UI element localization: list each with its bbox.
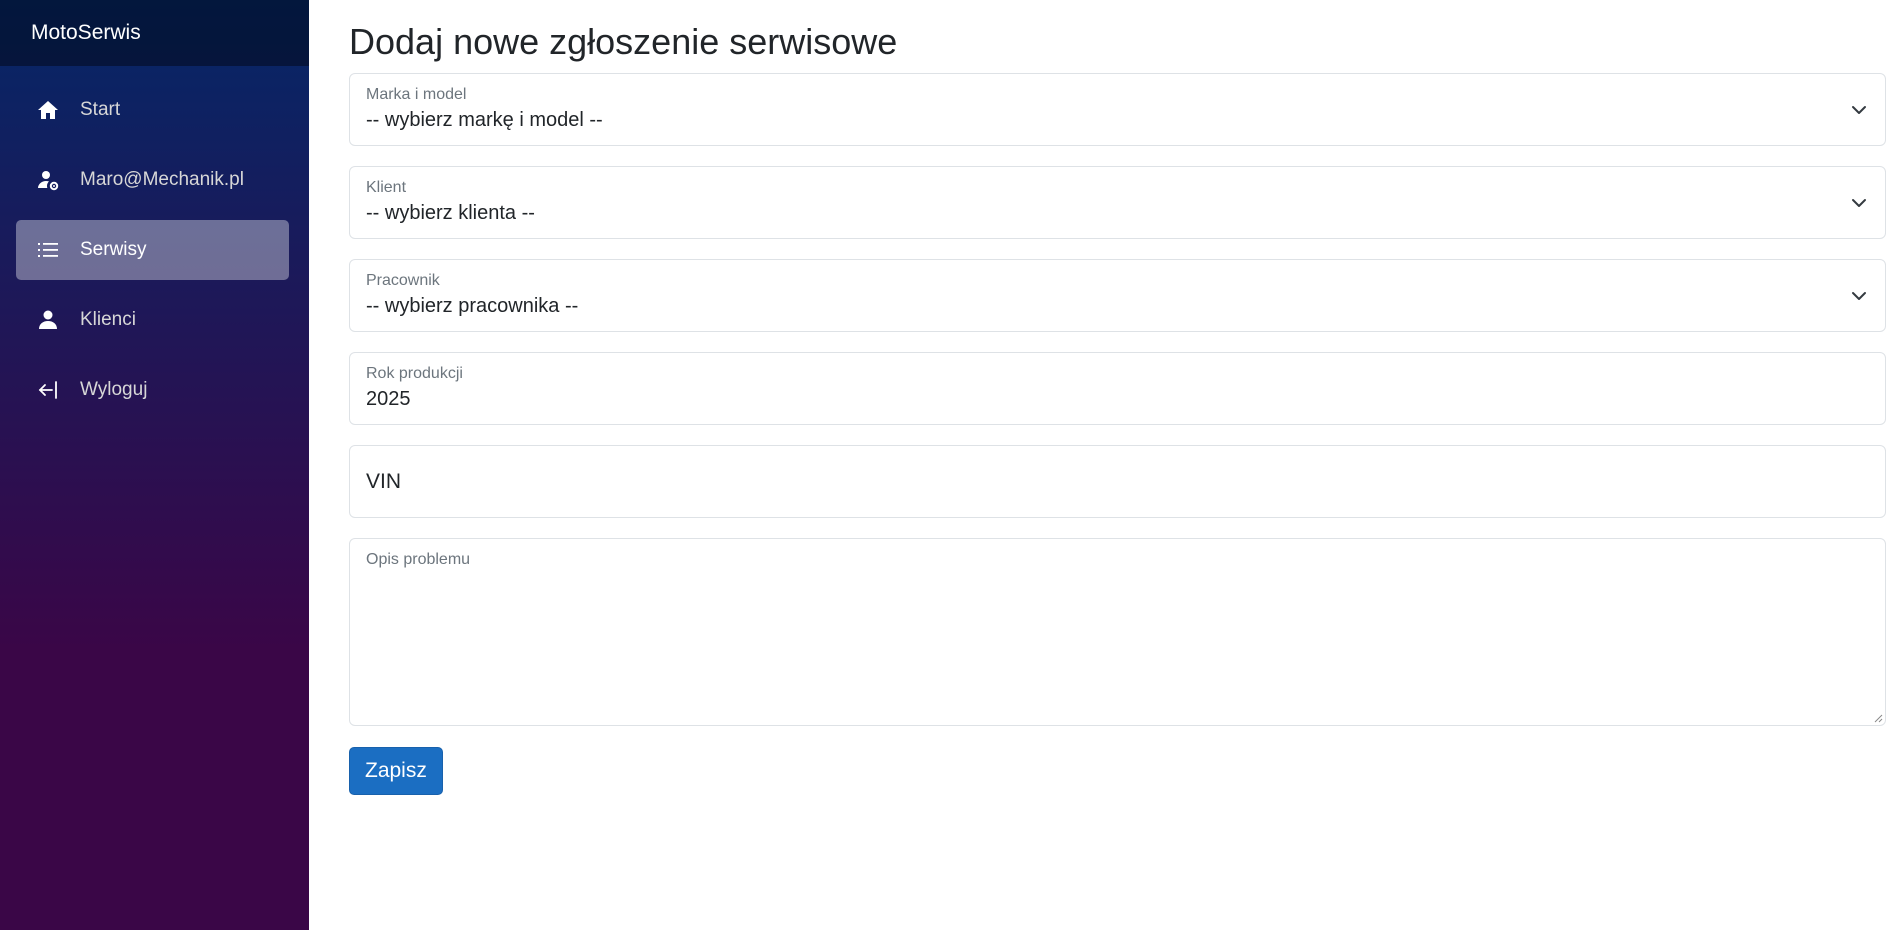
- save-button[interactable]: Zapisz: [349, 747, 443, 796]
- sidebar: MotoSerwis Start Maro@Mechanik.pl Serwis…: [0, 0, 309, 930]
- sidebar-item-klienci[interactable]: Klienci: [16, 290, 289, 350]
- client-value: -- wybierz klienta --: [366, 202, 535, 225]
- client-select[interactable]: Klient -- wybierz klienta --: [349, 166, 1886, 240]
- sidebar-item-label: Klienci: [80, 309, 136, 330]
- home-icon: [36, 98, 60, 122]
- main-content: Dodaj nowe zgłoszenie serwisowe Marka i …: [349, 0, 1886, 796]
- brand-model-select[interactable]: Marka i model -- wybierz markę i model -…: [349, 73, 1886, 147]
- sidebar-item-account[interactable]: Maro@Mechanik.pl: [16, 150, 289, 210]
- employee-select[interactable]: Pracownik -- wybierz pracownika --: [349, 259, 1886, 333]
- chevron-down-icon: [1852, 199, 1866, 208]
- sidebar-nav: Start Maro@Mechanik.pl Serwisy Klienci W…: [0, 66, 309, 420]
- resize-grip-icon[interactable]: [1873, 713, 1883, 723]
- employee-label: Pracownik: [366, 272, 440, 290]
- description-label: Opis problemu: [366, 551, 471, 569]
- brand-model-value: -- wybierz markę i model --: [366, 109, 603, 132]
- chevron-down-icon: [1852, 106, 1866, 115]
- client-label: Klient: [366, 179, 407, 197]
- sidebar-item-wyloguj[interactable]: Wyloguj: [16, 360, 289, 420]
- logout-icon: [36, 378, 60, 402]
- sidebar-item-start[interactable]: Start: [16, 80, 289, 140]
- sidebar-item-label: Maro@Mechanik.pl: [80, 169, 244, 190]
- sidebar-item-label: Start: [80, 99, 121, 120]
- sidebar-item-label: Wyloguj: [80, 379, 148, 400]
- year-value: 2025: [366, 388, 411, 411]
- vin-input[interactable]: VIN: [349, 445, 1886, 519]
- person-icon: [36, 308, 60, 332]
- brand-bar: MotoSerwis: [0, 0, 309, 66]
- chevron-down-icon: [1852, 292, 1866, 301]
- year-label: Rok produkcji: [366, 365, 463, 383]
- list-icon: [36, 238, 60, 262]
- user-gear-icon: [36, 168, 60, 192]
- brand-link[interactable]: MotoSerwis: [31, 21, 141, 45]
- description-textarea[interactable]: Opis problemu: [349, 538, 1886, 727]
- page-title: Dodaj nowe zgłoszenie serwisowe: [349, 21, 898, 62]
- sidebar-item-label: Serwisy: [80, 239, 147, 260]
- vin-placeholder: VIN: [366, 470, 402, 494]
- employee-value: -- wybierz pracownika --: [366, 295, 579, 318]
- brand-model-label: Marka i model: [366, 86, 467, 104]
- year-input[interactable]: Rok produkcji 2025: [349, 352, 1886, 426]
- sidebar-item-serwisy[interactable]: Serwisy: [16, 220, 289, 280]
